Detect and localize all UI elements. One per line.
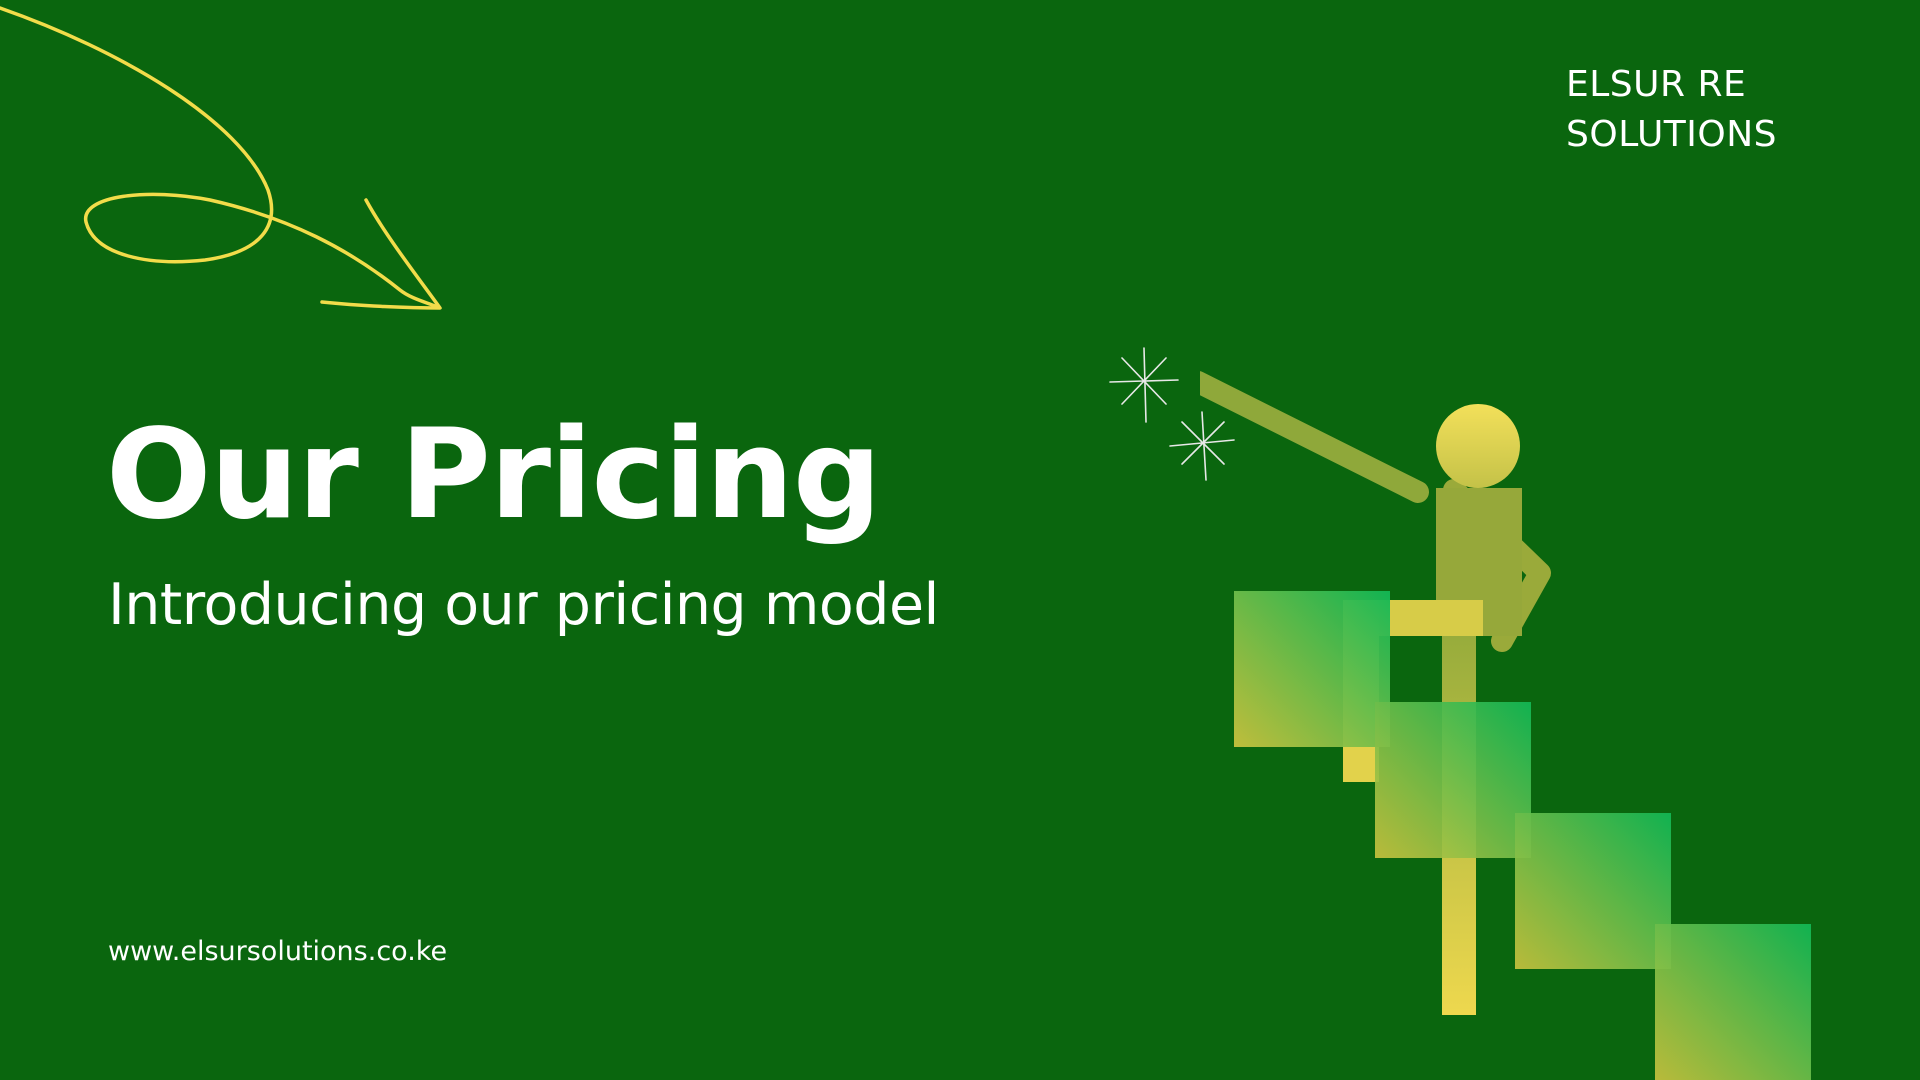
brand-line-1: ELSUR RE xyxy=(1566,64,1747,105)
brand-name: ELSUR RE SOLUTIONS xyxy=(1566,60,1826,160)
brand-line-2: SOLUTIONS xyxy=(1566,114,1778,155)
page-subtitle: Introducing our pricing model xyxy=(108,572,939,638)
page-title: Our Pricing xyxy=(106,403,882,547)
website-url: www.elsursolutions.co.ke xyxy=(108,936,448,967)
person-climbing-stairs-icon xyxy=(1200,371,1811,1080)
curly-arrow-doodle-icon xyxy=(0,6,442,310)
slide: ELSUR RE SOLUTIONS Our Pricing Introduci… xyxy=(0,0,1920,1080)
